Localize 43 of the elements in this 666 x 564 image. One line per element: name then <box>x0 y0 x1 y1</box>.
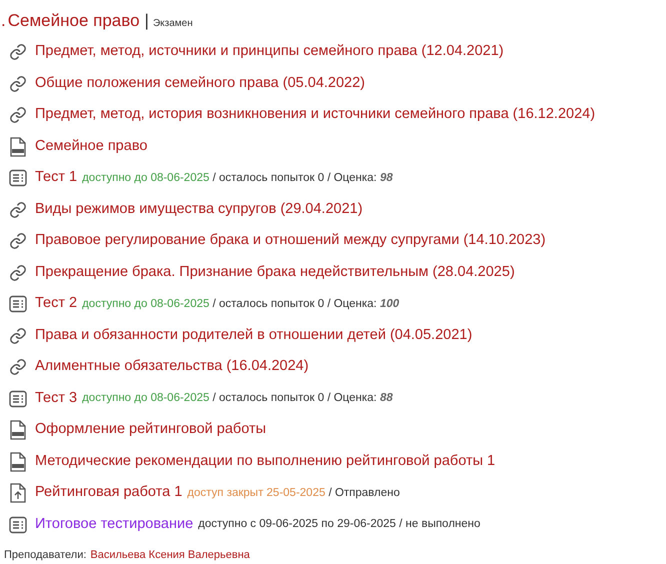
link-icon <box>9 326 27 345</box>
item-link[interactable]: Семейное право <box>35 136 148 158</box>
teachers-label: Преподаватели: <box>4 548 86 562</box>
item-link[interactable]: Правовое регулирование брака и отношений между супругами (14.10.2023) <box>35 230 546 252</box>
item-link[interactable]: Итоговое тестирование <box>35 514 194 536</box>
item-details: доступно с 09-06-2025 по 29-06-2025 / не выполнено <box>198 517 480 532</box>
item-link[interactable]: Права и обязанности родителей в отношении детей (04.05.2021) <box>35 324 472 347</box>
link-icon <box>9 358 27 376</box>
doc-file-icon <box>10 452 26 472</box>
item-link[interactable]: Тест 3 <box>35 388 78 410</box>
item-link[interactable]: Тест 1 <box>35 167 78 190</box>
separator: | <box>144 10 149 32</box>
exam-label: Экзамен <box>152 17 193 31</box>
link-icon <box>9 200 27 219</box>
checklist-icon <box>9 390 27 408</box>
item-details: доступно до 08-06-2025 / осталось попыток 0 / Оценка: 98 <box>82 170 393 186</box>
checklist-icon <box>9 516 27 534</box>
item-link[interactable]: Общие положения семейного права (05.04.2022) <box>35 72 366 95</box>
item-details: доступ закрыт 25-05-2025 / Отправлено <box>187 486 400 501</box>
section-number: . <box>1 10 6 32</box>
item-details: доступно до 08-06-2025 / осталось попыток 0 / Оценка: 88 <box>82 391 393 406</box>
section-title[interactable]: Семейное право <box>8 8 140 34</box>
item-link[interactable]: Методические рекомендации по выполнению рейтинговой работы 1 <box>35 450 496 473</box>
item-link[interactable]: Оформление рейтинговой работы <box>35 419 266 442</box>
pdf-file-icon <box>10 136 26 157</box>
item-link[interactable]: Предмет, метод, источники и принципы семейного права (12.04.2021) <box>35 41 504 64</box>
item-link[interactable]: Тест 2 <box>35 293 78 316</box>
link-icon <box>9 43 27 62</box>
teacher-name[interactable]: Васильева Ксения Валерьевна <box>90 546 250 563</box>
checklist-icon <box>9 295 27 314</box>
item-link[interactable]: Рейтинговая работа 1 <box>35 482 182 504</box>
link-icon <box>9 264 27 282</box>
item-link[interactable]: Виды режимов имущества супругов (29.04.2021) <box>35 198 363 221</box>
doc-file-icon <box>10 420 26 440</box>
link-icon <box>9 106 27 124</box>
item-details: доступно до 08-06-2025 / осталось попыток 0 / Оценка: 100 <box>82 296 400 312</box>
checklist-icon <box>9 169 27 188</box>
link-icon <box>9 74 27 93</box>
upload-file-icon <box>10 483 26 504</box>
item-link[interactable]: Прекращение брака. Признание брака недействительным (28.04.2025) <box>35 262 515 284</box>
link-icon <box>9 232 27 250</box>
item-link[interactable]: Предмет, метод, история возникновения и источники семейного права (16.12.2024) <box>35 104 596 126</box>
item-link[interactable]: Алиментные обязательства (16.04.2024) <box>35 356 309 378</box>
